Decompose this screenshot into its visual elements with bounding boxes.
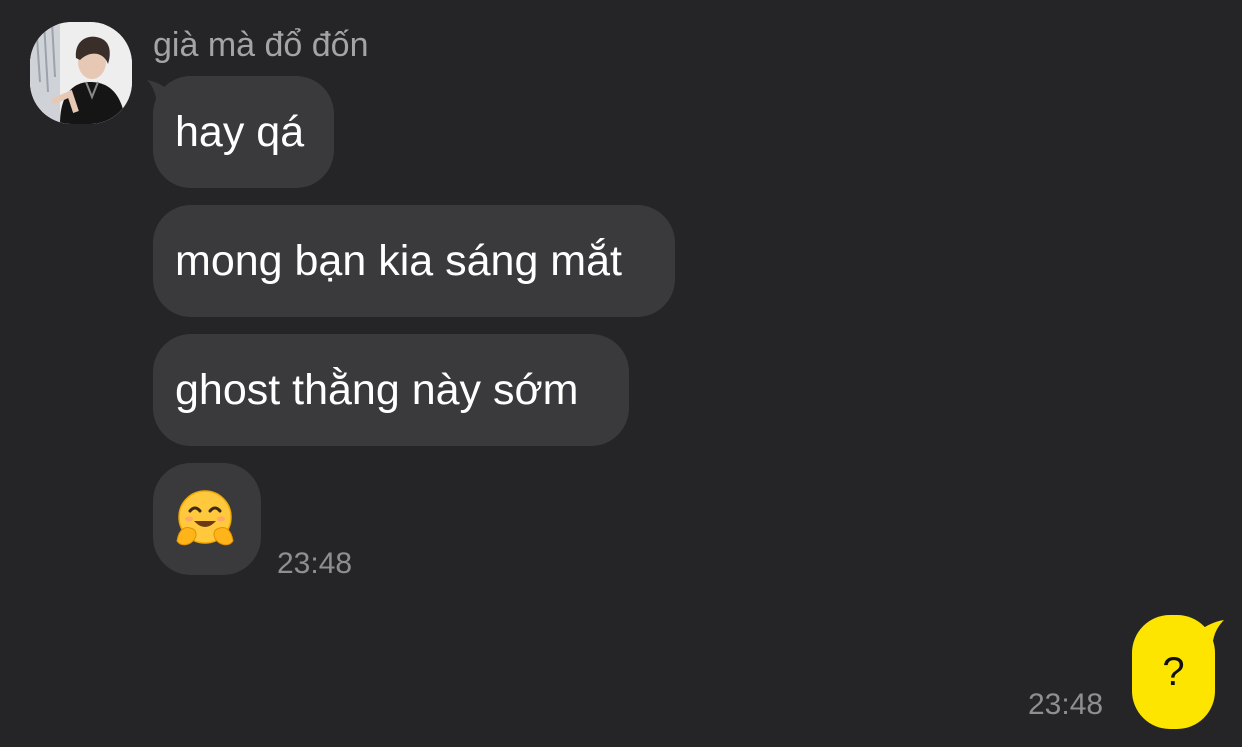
message-text: mong bạn kia sáng mắt bbox=[175, 237, 622, 285]
message-text: hay qá bbox=[175, 108, 305, 156]
outgoing-timestamp: 23:48 bbox=[1028, 688, 1104, 721]
sender-avatar[interactable] bbox=[30, 22, 132, 124]
incoming-timestamp: 23:48 bbox=[277, 547, 353, 580]
message-text: ? bbox=[1162, 650, 1185, 694]
incoming-emoji-bubble[interactable] bbox=[153, 463, 261, 575]
incoming-message-bubble[interactable]: hay qá bbox=[153, 76, 334, 188]
avatar-photo bbox=[30, 22, 132, 124]
outgoing-message-bubble[interactable]: ? bbox=[1132, 615, 1215, 729]
message-text: ghost thằng này sớm bbox=[175, 366, 579, 414]
incoming-message-bubble[interactable]: ghost thằng này sớm bbox=[153, 334, 629, 446]
hugging-face-emoji-icon bbox=[176, 490, 234, 546]
sender-name: già mà đổ đốn bbox=[153, 26, 369, 64]
chat-screen: già mà đổ đốn hay qá mong bạn kia sáng m… bbox=[0, 0, 1242, 747]
incoming-message-bubble[interactable]: mong bạn kia sáng mắt bbox=[153, 205, 675, 317]
